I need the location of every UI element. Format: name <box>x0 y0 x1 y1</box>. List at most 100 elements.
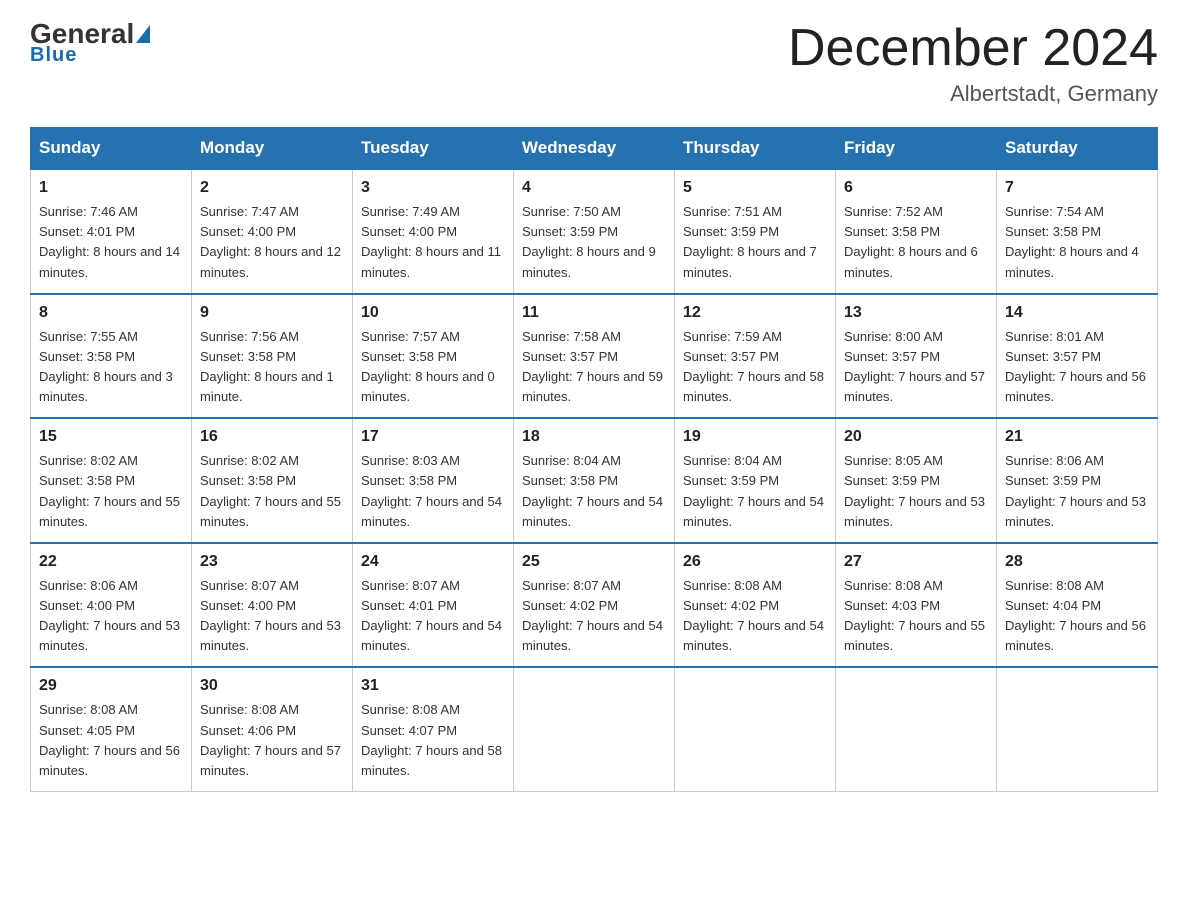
header-thursday: Thursday <box>675 128 836 170</box>
day-number: 16 <box>200 425 344 449</box>
day-number: 3 <box>361 176 505 200</box>
table-row: 2 Sunrise: 7:47 AMSunset: 4:00 PMDayligh… <box>192 169 353 294</box>
calendar-week-4: 22 Sunrise: 8:06 AMSunset: 4:00 PMDaylig… <box>31 543 1158 668</box>
day-info: Sunrise: 8:08 AMSunset: 4:07 PMDaylight:… <box>361 702 502 777</box>
table-row: 15 Sunrise: 8:02 AMSunset: 3:58 PMDaylig… <box>31 418 192 543</box>
day-info: Sunrise: 7:49 AMSunset: 4:00 PMDaylight:… <box>361 204 501 279</box>
day-number: 14 <box>1005 301 1149 325</box>
day-info: Sunrise: 7:59 AMSunset: 3:57 PMDaylight:… <box>683 329 824 404</box>
header-tuesday: Tuesday <box>353 128 514 170</box>
day-number: 5 <box>683 176 827 200</box>
day-info: Sunrise: 8:08 AMSunset: 4:05 PMDaylight:… <box>39 702 180 777</box>
day-number: 6 <box>844 176 988 200</box>
header-friday: Friday <box>836 128 997 170</box>
table-row: 23 Sunrise: 8:07 AMSunset: 4:00 PMDaylig… <box>192 543 353 668</box>
header-wednesday: Wednesday <box>514 128 675 170</box>
table-row: 13 Sunrise: 8:00 AMSunset: 3:57 PMDaylig… <box>836 294 997 419</box>
calendar-subtitle: Albertstadt, Germany <box>788 81 1158 107</box>
logo: General Blue <box>30 20 150 67</box>
table-row: 8 Sunrise: 7:55 AMSunset: 3:58 PMDayligh… <box>31 294 192 419</box>
day-number: 18 <box>522 425 666 449</box>
table-row: 22 Sunrise: 8:06 AMSunset: 4:00 PMDaylig… <box>31 543 192 668</box>
day-number: 24 <box>361 550 505 574</box>
day-info: Sunrise: 8:00 AMSunset: 3:57 PMDaylight:… <box>844 329 985 404</box>
table-row: 24 Sunrise: 8:07 AMSunset: 4:01 PMDaylig… <box>353 543 514 668</box>
day-info: Sunrise: 7:55 AMSunset: 3:58 PMDaylight:… <box>39 329 173 404</box>
table-row: 10 Sunrise: 7:57 AMSunset: 3:58 PMDaylig… <box>353 294 514 419</box>
table-row: 4 Sunrise: 7:50 AMSunset: 3:59 PMDayligh… <box>514 169 675 294</box>
day-info: Sunrise: 7:47 AMSunset: 4:00 PMDaylight:… <box>200 204 341 279</box>
table-row: 16 Sunrise: 8:02 AMSunset: 3:58 PMDaylig… <box>192 418 353 543</box>
day-number: 9 <box>200 301 344 325</box>
table-row: 3 Sunrise: 7:49 AMSunset: 4:00 PMDayligh… <box>353 169 514 294</box>
table-row: 20 Sunrise: 8:05 AMSunset: 3:59 PMDaylig… <box>836 418 997 543</box>
day-number: 10 <box>361 301 505 325</box>
day-info: Sunrise: 8:07 AMSunset: 4:00 PMDaylight:… <box>200 578 341 653</box>
header-sunday: Sunday <box>31 128 192 170</box>
table-row: 1 Sunrise: 7:46 AMSunset: 4:01 PMDayligh… <box>31 169 192 294</box>
day-number: 20 <box>844 425 988 449</box>
header-saturday: Saturday <box>997 128 1158 170</box>
day-number: 4 <box>522 176 666 200</box>
day-info: Sunrise: 8:07 AMSunset: 4:02 PMDaylight:… <box>522 578 663 653</box>
day-info: Sunrise: 8:01 AMSunset: 3:57 PMDaylight:… <box>1005 329 1146 404</box>
table-row: 19 Sunrise: 8:04 AMSunset: 3:59 PMDaylig… <box>675 418 836 543</box>
day-number: 28 <box>1005 550 1149 574</box>
days-header-row: Sunday Monday Tuesday Wednesday Thursday… <box>31 128 1158 170</box>
day-number: 21 <box>1005 425 1149 449</box>
day-info: Sunrise: 8:08 AMSunset: 4:03 PMDaylight:… <box>844 578 985 653</box>
day-info: Sunrise: 8:08 AMSunset: 4:06 PMDaylight:… <box>200 702 341 777</box>
day-info: Sunrise: 8:04 AMSunset: 3:59 PMDaylight:… <box>683 453 824 528</box>
table-row <box>675 667 836 791</box>
calendar-title: December 2024 <box>788 20 1158 77</box>
day-number: 11 <box>522 301 666 325</box>
day-number: 22 <box>39 550 183 574</box>
day-info: Sunrise: 7:50 AMSunset: 3:59 PMDaylight:… <box>522 204 656 279</box>
day-number: 27 <box>844 550 988 574</box>
table-row <box>997 667 1158 791</box>
day-number: 25 <box>522 550 666 574</box>
day-number: 31 <box>361 674 505 698</box>
day-number: 7 <box>1005 176 1149 200</box>
day-info: Sunrise: 8:02 AMSunset: 3:58 PMDaylight:… <box>39 453 180 528</box>
day-info: Sunrise: 8:08 AMSunset: 4:04 PMDaylight:… <box>1005 578 1146 653</box>
page-header: General Blue December 2024 Albertstadt, … <box>30 20 1158 107</box>
calendar-table: Sunday Monday Tuesday Wednesday Thursday… <box>30 127 1158 792</box>
day-number: 26 <box>683 550 827 574</box>
calendar-week-1: 1 Sunrise: 7:46 AMSunset: 4:01 PMDayligh… <box>31 169 1158 294</box>
day-info: Sunrise: 7:54 AMSunset: 3:58 PMDaylight:… <box>1005 204 1139 279</box>
day-info: Sunrise: 8:06 AMSunset: 3:59 PMDaylight:… <box>1005 453 1146 528</box>
day-info: Sunrise: 8:08 AMSunset: 4:02 PMDaylight:… <box>683 578 824 653</box>
day-info: Sunrise: 7:56 AMSunset: 3:58 PMDaylight:… <box>200 329 334 404</box>
day-info: Sunrise: 8:03 AMSunset: 3:58 PMDaylight:… <box>361 453 502 528</box>
day-info: Sunrise: 8:05 AMSunset: 3:59 PMDaylight:… <box>844 453 985 528</box>
table-row: 14 Sunrise: 8:01 AMSunset: 3:57 PMDaylig… <box>997 294 1158 419</box>
day-info: Sunrise: 7:51 AMSunset: 3:59 PMDaylight:… <box>683 204 817 279</box>
table-row: 31 Sunrise: 8:08 AMSunset: 4:07 PMDaylig… <box>353 667 514 791</box>
table-row: 18 Sunrise: 8:04 AMSunset: 3:58 PMDaylig… <box>514 418 675 543</box>
day-number: 19 <box>683 425 827 449</box>
day-number: 17 <box>361 425 505 449</box>
day-info: Sunrise: 7:46 AMSunset: 4:01 PMDaylight:… <box>39 204 180 279</box>
day-info: Sunrise: 8:07 AMSunset: 4:01 PMDaylight:… <box>361 578 502 653</box>
day-number: 8 <box>39 301 183 325</box>
calendar-week-3: 15 Sunrise: 8:02 AMSunset: 3:58 PMDaylig… <box>31 418 1158 543</box>
table-row: 29 Sunrise: 8:08 AMSunset: 4:05 PMDaylig… <box>31 667 192 791</box>
table-row: 9 Sunrise: 7:56 AMSunset: 3:58 PMDayligh… <box>192 294 353 419</box>
day-number: 30 <box>200 674 344 698</box>
day-info: Sunrise: 7:52 AMSunset: 3:58 PMDaylight:… <box>844 204 978 279</box>
table-row: 21 Sunrise: 8:06 AMSunset: 3:59 PMDaylig… <box>997 418 1158 543</box>
table-row: 25 Sunrise: 8:07 AMSunset: 4:02 PMDaylig… <box>514 543 675 668</box>
day-number: 23 <box>200 550 344 574</box>
table-row <box>514 667 675 791</box>
logo-blue: Blue <box>30 44 77 67</box>
calendar-week-2: 8 Sunrise: 7:55 AMSunset: 3:58 PMDayligh… <box>31 294 1158 419</box>
day-info: Sunrise: 8:04 AMSunset: 3:58 PMDaylight:… <box>522 453 663 528</box>
table-row: 17 Sunrise: 8:03 AMSunset: 3:58 PMDaylig… <box>353 418 514 543</box>
table-row: 28 Sunrise: 8:08 AMSunset: 4:04 PMDaylig… <box>997 543 1158 668</box>
day-info: Sunrise: 7:58 AMSunset: 3:57 PMDaylight:… <box>522 329 663 404</box>
table-row: 11 Sunrise: 7:58 AMSunset: 3:57 PMDaylig… <box>514 294 675 419</box>
table-row: 6 Sunrise: 7:52 AMSunset: 3:58 PMDayligh… <box>836 169 997 294</box>
table-row: 26 Sunrise: 8:08 AMSunset: 4:02 PMDaylig… <box>675 543 836 668</box>
table-row <box>836 667 997 791</box>
